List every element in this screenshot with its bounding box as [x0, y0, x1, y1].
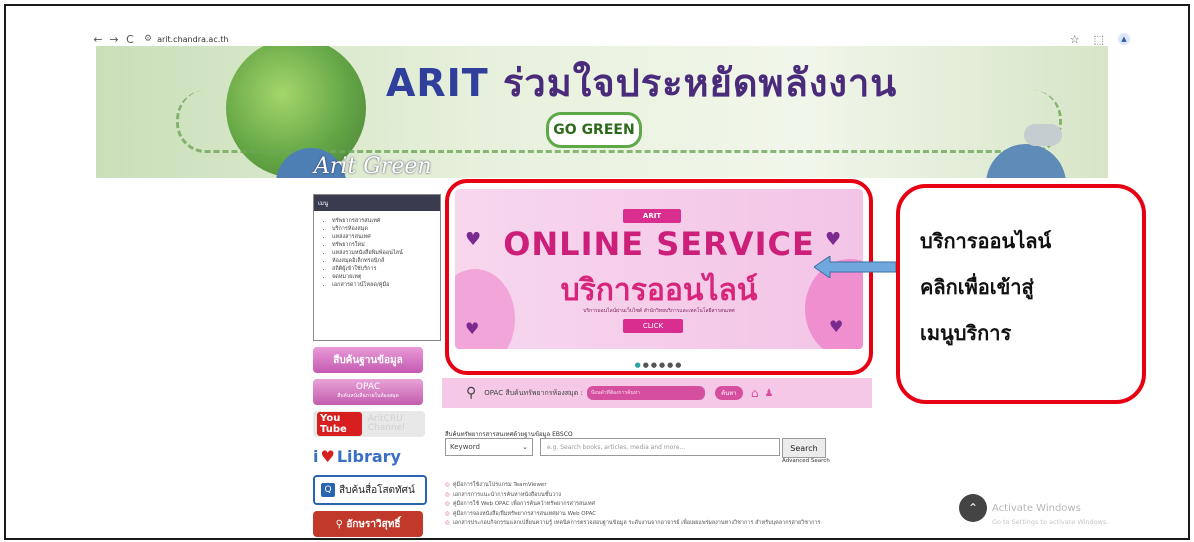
guide-link-label: เอกสารการแนะนำการค้นหาหนังสือบนชั้นวาง [452, 491, 562, 498]
bullet-icon: ◎ [445, 520, 450, 526]
ebsco-field-select[interactable]: Keyword ⌄ [445, 438, 533, 456]
callout-line-2: คลิกเพื่อเข้าสู่ [920, 275, 1034, 299]
guide-link-label: คู่มือการจองหนังสือ/ยืมทรัพยากรสารสนเทศผ… [452, 510, 597, 517]
opac-search-button[interactable]: ค้นหา [714, 386, 743, 400]
bullet-icon: ◎ [445, 482, 450, 488]
opac-strip-label2: สืบค้นทรัพยากรห้องสมุด : [505, 388, 583, 397]
opac-sub-label: สืบค้นหนังสือภายในห้องสมุด [337, 393, 399, 399]
slide-description: บริการออนไลน์ผ่านเว็บไซต์ สำนักวิทยบริกา… [583, 308, 735, 314]
guide-link-label: คู่มือการใช้งานโปรแกรม TeamViewer [452, 482, 547, 488]
hero-subtitle: Arit Green [314, 154, 432, 178]
scroll-top-button[interactable]: ⌃ [959, 494, 987, 522]
slide-online-service-title: ONLINE SERVICE [503, 225, 815, 263]
reload-icon[interactable]: C [122, 33, 138, 46]
search-database-label: สืบค้นฐานข้อมูล [333, 354, 403, 366]
av-media-search-button[interactable]: Q สืบค้นสื่อโสตทัศน์ [313, 475, 427, 505]
ebsco-search-button[interactable]: Search [782, 438, 826, 458]
online-service-slide[interactable]: ♥ ♥ ♥ ♥ ARIT ONLINE SERVICE บริการออนไลน… [455, 189, 863, 349]
slider-dots-rest[interactable]: ●●●●● [643, 361, 684, 369]
toolbar-right: ☆ ⬚ ▲ [1070, 33, 1130, 46]
search-icon: Q [321, 483, 335, 497]
windows-activation-watermark-sub: Go to Settings to activate Windows. [992, 518, 1109, 526]
sidebar-item[interactable]: สถิติผู้เข้าใช้บริการ [332, 265, 440, 273]
chevron-down-icon: ⌄ [522, 443, 528, 451]
sidebar: เมนู ทรัพยากรสารสนเทศ บริการห้องสมุด แหล… [313, 194, 441, 537]
av-media-label: สืบค้นสื่อโสตทัศน์ [339, 484, 415, 496]
search-database-button[interactable]: สืบค้นฐานข้อมูล [313, 347, 423, 373]
guide-link[interactable]: ◎ คู่มือการจองหนังสือ/ยืมทรัพยากรสารสนเทศ… [445, 510, 820, 520]
heart-icon: ♥ [829, 317, 844, 336]
library-label: Library [336, 446, 401, 466]
bookmark-star-icon[interactable]: ☆ [1070, 33, 1080, 46]
aksara-wisut-label: อักษราวิสุทธิ์ [346, 518, 401, 530]
sidebar-item[interactable]: เอกสารดาวน์โหลด/คู่มือ [332, 281, 440, 289]
guide-link-label: เอกสารประกอบกิจกรรมแลกเปลี่ยนความรู้ เทค… [452, 520, 821, 526]
sidebar-item[interactable]: ห้องสมุดอิเล็กทรอนิกส์ [332, 257, 440, 265]
youtube-channel-button[interactable]: You Tube AritCRU Channel [313, 411, 425, 437]
guide-link[interactable]: ◎ คู่มือการใช้งานโปรแกรม TeamViewer [445, 481, 820, 491]
callout-line-1: บริการออนไลน์ [920, 229, 1052, 253]
guide-link[interactable]: ◎ คู่มือการใช้ Web OPAC เพื่อการค้นคว้าทร… [445, 500, 820, 510]
hero-banner: ARIT ร่วมใจประหยัดพลังงาน GO GREEN Arit … [96, 46, 1108, 178]
opac-search-input[interactable]: ป้อนคำที่ต้องการค้นหา [586, 386, 705, 400]
online-service-slider[interactable]: ♥ ♥ ♥ ♥ ARIT ONLINE SERVICE บริการออนไลน… [445, 179, 873, 375]
bullet-icon: ◎ [445, 510, 450, 517]
opac-search-strip: ⚲ OPAC สืบค้นทรัพยากรห้องสมุด : ป้อนคำที… [442, 378, 872, 408]
slider-pagination-dots[interactable]: ●●●●●● [449, 361, 869, 369]
cloud-icon [1024, 124, 1062, 146]
sidebar-item[interactable]: แหล่งรวมหนังสือพิมพ์ออนไลน์ [332, 249, 440, 257]
opac-button[interactable]: OPAC สืบค้นหนังสือภายในห้องสมุด [313, 379, 423, 405]
sidebar-menu-list: ทรัพยากรสารสนเทศ บริการห้องสมุด แหล่งสาร… [314, 217, 440, 289]
opac-strip-label: OPAC [484, 389, 504, 397]
sidebar-item[interactable]: ทรัพยากรใหม่ [332, 241, 440, 249]
guide-link[interactable]: ◎ เอกสารประกอบกิจกรรมแลกเปลี่ยนความรู้ เท… [445, 519, 820, 529]
youtube-logo: You Tube [317, 412, 362, 436]
sidebar-menu: เมนู ทรัพยากรสารสนเทศ บริการห้องสมุด แหล… [313, 194, 441, 341]
bullet-icon: ◎ [445, 491, 450, 498]
heart-icon: ♥ [465, 319, 480, 338]
guide-link[interactable]: ◎ เอกสารการแนะนำการค้นหาหนังสือบนชั้นวาง [445, 491, 820, 501]
callout-line-3: เมนูบริการ [920, 321, 1012, 345]
chevron-up-icon: ⌃ [967, 501, 979, 515]
sidebar-item[interactable]: จดหมายเหตุ [332, 273, 440, 281]
youtube-channel-label: AritCRU Channel [367, 414, 405, 433]
sidebar-menu-title: เมนู [314, 195, 440, 211]
aksara-wisut-button[interactable]: ⚲ อักษราวิสุทธิ์ [313, 511, 423, 537]
profile-avatar[interactable]: ▲ [1118, 33, 1130, 45]
sidebar-item[interactable]: บริการห้องสมุด [332, 225, 440, 233]
windows-activation-watermark: Activate Windows [992, 503, 1081, 514]
arrow-left-icon [814, 256, 896, 278]
ebsco-select-value: Keyword [450, 443, 480, 451]
home-icon[interactable]: ⌂ [751, 386, 759, 400]
slider-dot-active[interactable]: ● [635, 361, 643, 369]
heart-icon: ♥ [320, 446, 335, 466]
callout-box: บริการออนไลน์ คลิกเพื่อเข้าสู่ เมนูบริกา… [896, 184, 1146, 404]
i-letter: i [313, 446, 319, 466]
guide-links-list: ◎ คู่มือการใช้งานโปรแกรม TeamViewer ◎ เอกส… [445, 481, 820, 529]
back-icon[interactable]: ← [90, 33, 106, 46]
forward-icon[interactable]: → [106, 33, 122, 46]
slide-arit-tag: ARIT [623, 209, 681, 223]
search-icon: ⚲ [335, 518, 347, 530]
i-love-library-button[interactable]: i ♥ Library [313, 443, 423, 469]
slide-click-button[interactable]: CLICK [623, 319, 683, 333]
site-settings-icon[interactable]: ⚙ [144, 34, 152, 44]
advanced-search-link[interactable]: Advanced Search [782, 458, 830, 464]
hero-title-thai: ร่วมใจประหยัดพลังงาน [502, 61, 898, 105]
url-text: arit.chandra.ac.th [157, 34, 229, 44]
opac-label: OPAC [355, 382, 381, 392]
guide-link-label: คู่มือการใช้ Web OPAC เพื่อการค้นคว้าทรั… [452, 501, 596, 507]
user-icon[interactable]: ♟ [764, 388, 773, 399]
screenshot-frame: ← → C ⚙ arit.chandra.ac.th ☆ ⬚ ▲ ARIT ร่… [4, 4, 1190, 540]
sidebar-item[interactable]: แหล่งสารสนเทศ [332, 233, 440, 241]
address-bar[interactable]: ⚙ arit.chandra.ac.th [144, 34, 228, 44]
hero-title: ARIT ร่วมใจประหยัดพลังงาน [386, 52, 897, 113]
ebsco-search-input[interactable]: e.g. Search books, articles, media and m… [540, 438, 780, 456]
extensions-icon[interactable]: ⬚ [1094, 33, 1104, 46]
sidebar-item[interactable]: ทรัพยากรสารสนเทศ [332, 217, 440, 225]
bullet-icon: ◎ [445, 501, 450, 507]
go-green-badge: GO GREEN [546, 112, 642, 148]
search-icon: ⚲ [466, 385, 477, 401]
hero-title-arit: ARIT [386, 61, 489, 105]
